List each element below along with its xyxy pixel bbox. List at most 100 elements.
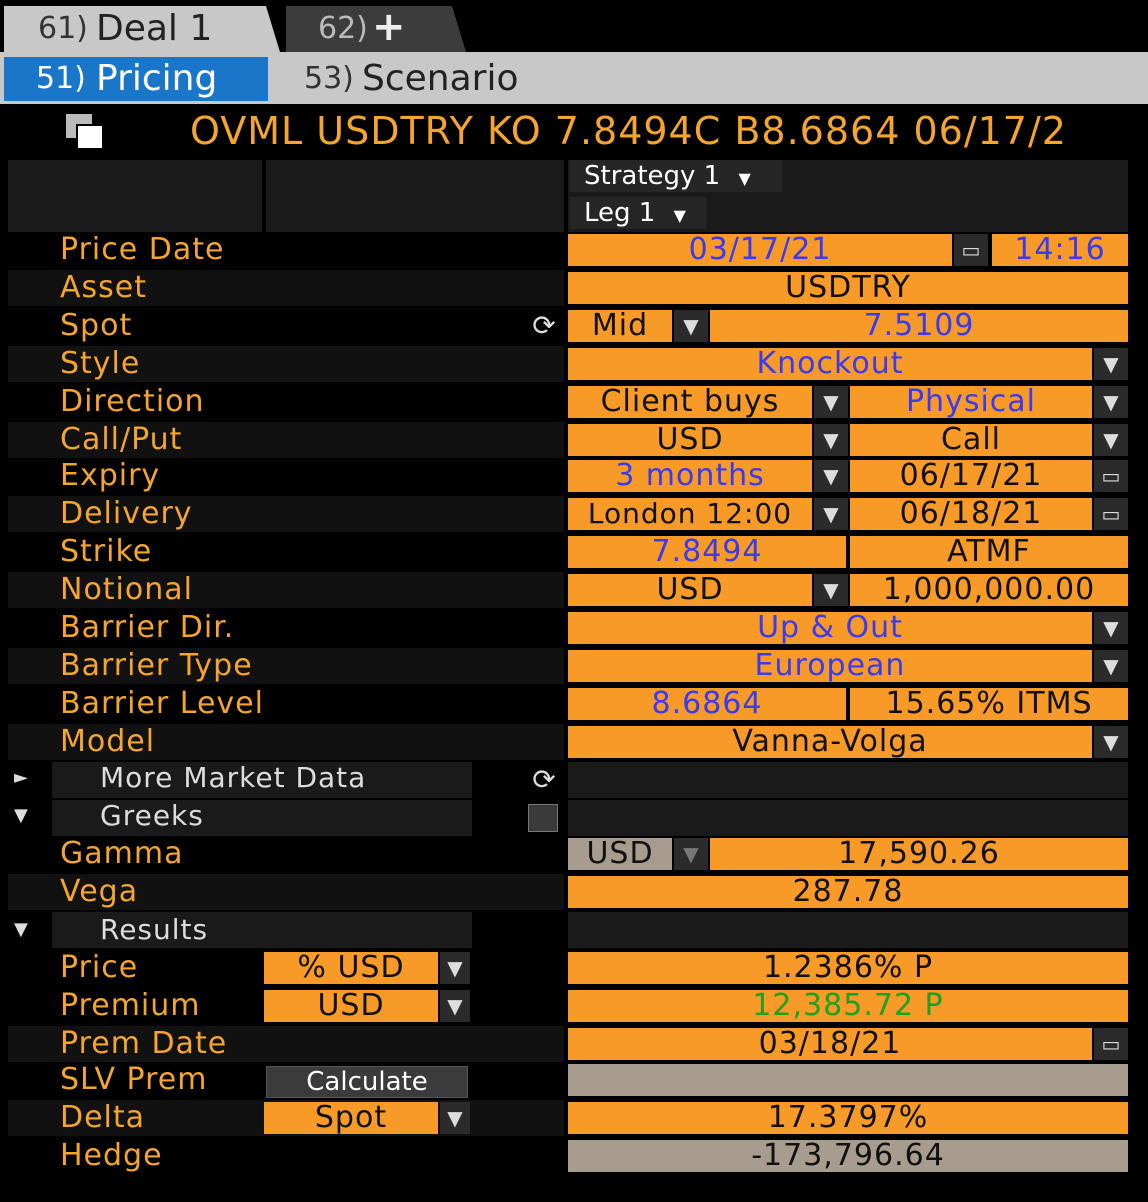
- calendar-icon[interactable]: ▭: [1094, 460, 1128, 492]
- tab-new-deal-number: 62): [318, 11, 368, 46]
- collapse-arrow-icon[interactable]: ▼: [14, 798, 28, 834]
- spot-label: Spot: [60, 308, 133, 343]
- strategy-selector[interactable]: Strategy 1 ▼: [570, 160, 782, 192]
- delivery-date-field[interactable]: 06/18/21: [850, 498, 1092, 530]
- chevron-down-icon[interactable]: ▼: [1094, 386, 1128, 418]
- price-date-field[interactable]: 03/17/21: [568, 234, 952, 266]
- price-unit-field[interactable]: % USD: [264, 952, 438, 984]
- chevron-down-icon[interactable]: ▼: [814, 424, 848, 456]
- chevron-down-icon[interactable]: ▼: [1094, 612, 1128, 644]
- callput-ccy-field[interactable]: USD: [568, 424, 812, 456]
- chevron-down-icon[interactable]: ▼: [1094, 348, 1128, 380]
- gamma-ccy-field: USD: [568, 838, 672, 870]
- calendar-icon[interactable]: ▭: [1094, 498, 1128, 530]
- expand-arrow-icon[interactable]: ►: [14, 760, 28, 796]
- tab-deal-1-label: Deal 1: [96, 8, 213, 49]
- slv-prem-label: SLV Prem: [60, 1062, 208, 1097]
- chevron-down-icon[interactable]: ▼: [1094, 650, 1128, 682]
- chevron-down-icon: ▼: [738, 169, 751, 188]
- results-section[interactable]: Results: [100, 912, 208, 948]
- chevron-down-icon[interactable]: ▼: [674, 310, 708, 342]
- prem-date-field[interactable]: 03/18/21: [568, 1028, 1092, 1060]
- gamma-field: 17,590.26: [710, 838, 1128, 870]
- section-header-bg: [568, 912, 1128, 948]
- barrier-level-label: Barrier Level: [60, 686, 264, 721]
- price-time-field[interactable]: 14:16: [992, 234, 1128, 266]
- tab-pricing[interactable]: 51) Pricing: [4, 57, 268, 101]
- notional-field[interactable]: 1,000,000.00: [850, 574, 1128, 606]
- tab-new-deal[interactable]: 62) +: [286, 6, 466, 52]
- notional-label: Notional: [60, 572, 193, 607]
- expiry-date-field[interactable]: 06/17/21: [850, 460, 1092, 492]
- refresh-icon[interactable]: ⟳: [528, 764, 560, 796]
- chevron-down-icon[interactable]: ▼: [814, 574, 848, 606]
- greeks-checkbox[interactable]: [528, 804, 558, 832]
- collapse-arrow-icon[interactable]: ▼: [14, 912, 28, 948]
- vega-field: 287.78: [568, 876, 1128, 908]
- leg-selector[interactable]: Leg 1 ▼: [570, 197, 706, 229]
- tab-scenario[interactable]: 53) Scenario: [300, 57, 560, 101]
- vega-label: Vega: [60, 874, 139, 909]
- chevron-down-icon[interactable]: ▼: [1094, 424, 1128, 456]
- asset-label: Asset: [60, 270, 148, 305]
- chevron-down-icon[interactable]: ▼: [440, 990, 470, 1022]
- tab-scenario-label: Scenario: [362, 58, 519, 99]
- header-spacer-left: [8, 160, 262, 232]
- section-header-bg: [568, 800, 1128, 836]
- spot-field[interactable]: 7.5109: [710, 310, 1128, 342]
- tab-pricing-label: Pricing: [96, 58, 218, 99]
- chevron-down-icon[interactable]: ▼: [814, 498, 848, 530]
- expiry-tenor-field[interactable]: 3 months: [568, 460, 812, 492]
- notional-ccy-field[interactable]: USD: [568, 574, 812, 606]
- strike-ref-field[interactable]: ATMF: [850, 536, 1128, 568]
- refresh-icon[interactable]: ⟳: [528, 310, 560, 342]
- premium-ccy-field[interactable]: USD: [264, 990, 438, 1022]
- callput-field[interactable]: Call: [850, 424, 1092, 456]
- calendar-icon[interactable]: ▭: [1094, 1028, 1128, 1060]
- chevron-down-icon[interactable]: ▼: [440, 1102, 470, 1134]
- model-field[interactable]: Vanna-Volga: [568, 726, 1092, 758]
- section-header-bg: [568, 762, 1128, 798]
- hedge-field: -173,796.64: [568, 1140, 1128, 1172]
- model-label: Model: [60, 724, 156, 759]
- slv-prem-field: [568, 1064, 1128, 1096]
- leg-label: Leg 1: [584, 198, 656, 228]
- style-field[interactable]: Knockout: [568, 348, 1092, 380]
- page-title: OVML USDTRY KO 7.8494C B8.6864 06/17/2: [190, 109, 1067, 153]
- header-spacer-mid: [266, 160, 564, 232]
- price-date-label: Price Date: [60, 232, 225, 267]
- direction-field[interactable]: Client buys: [568, 386, 812, 418]
- barrier-dir-field[interactable]: Up & Out: [568, 612, 1092, 644]
- barrier-pct-field[interactable]: 15.65% ITMS: [850, 688, 1128, 720]
- tab-deal-1-number: 61): [38, 11, 88, 46]
- barrier-level-field[interactable]: 8.6864: [568, 688, 846, 720]
- asset-field[interactable]: USDTRY: [568, 272, 1128, 304]
- calculate-button[interactable]: Calculate: [266, 1066, 468, 1098]
- strike-label: Strike: [60, 534, 153, 569]
- delta-type-field[interactable]: Spot: [264, 1102, 438, 1134]
- greeks-section[interactable]: Greeks: [100, 798, 204, 834]
- tab-scenario-number: 53): [304, 61, 354, 96]
- chevron-down-icon[interactable]: ▼: [814, 386, 848, 418]
- strike-field[interactable]: 7.8494: [568, 536, 846, 568]
- barrier-type-field[interactable]: European: [568, 650, 1092, 682]
- settlement-field[interactable]: Physical: [850, 386, 1092, 418]
- spot-side-field[interactable]: Mid: [568, 310, 672, 342]
- chevron-down-icon[interactable]: ▼: [1094, 726, 1128, 758]
- tab-pricing-number: 51): [36, 61, 86, 96]
- strategy-label: Strategy 1: [584, 161, 721, 191]
- calendar-icon[interactable]: ▭: [954, 234, 988, 266]
- chevron-down-icon[interactable]: ▼: [440, 952, 470, 984]
- add-icon: +: [372, 4, 406, 50]
- chevron-down-icon: ▼: [674, 838, 708, 870]
- chevron-down-icon[interactable]: ▼: [814, 460, 848, 492]
- tab-deal-1[interactable]: 61) Deal 1: [4, 6, 280, 52]
- direction-label: Direction: [60, 384, 205, 419]
- copy-window-icon[interactable]: [66, 114, 106, 150]
- more-market-data-section[interactable]: More Market Data: [100, 760, 366, 796]
- delivery-cut-field[interactable]: London 12:00: [568, 498, 812, 530]
- delta-field: 17.3797%: [568, 1102, 1128, 1134]
- premium-label: Premium: [60, 988, 201, 1023]
- prem-date-label: Prem Date: [60, 1026, 228, 1061]
- delta-label: Delta: [60, 1100, 146, 1135]
